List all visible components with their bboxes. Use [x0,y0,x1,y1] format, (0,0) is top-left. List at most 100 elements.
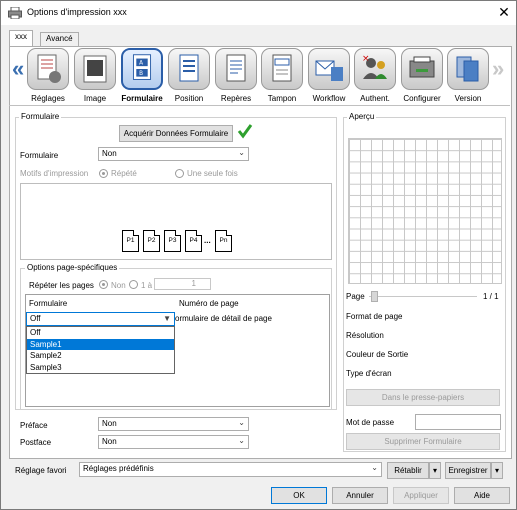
column-header-page-number: Numéro de page [179,299,239,308]
image-icon [74,48,116,90]
restore-menu-button[interactable]: ▾ [429,462,441,479]
triangle-down-icon: ▾ [432,466,437,475]
radio-repeat-range-label: 1 à [141,281,153,290]
cancel-button[interactable]: Annuler [332,487,388,504]
apply-button[interactable]: Appliquer [393,487,449,504]
postface-value: Non [102,437,117,446]
repeat-pages-spinner[interactable]: 1 [154,278,211,290]
dropdown-option-off[interactable]: Off [27,327,174,339]
radio-repeated[interactable] [99,169,108,178]
acquire-form-data-button[interactable]: Acquérir Données Formulaire [119,125,233,142]
password-input[interactable] [415,414,501,430]
printer-config-icon [401,48,443,90]
tool-configurer[interactable]: Configurer [399,48,445,103]
form-overlay-icon: AB [121,48,163,90]
printer-icon [8,7,22,19]
page-label: Page [346,292,365,301]
tab-avance[interactable]: Avancé [40,32,79,47]
tool-position[interactable]: Position [166,48,212,103]
settings-doc-icon [27,48,69,90]
page-options-label: Options page-spécifiques [25,263,120,272]
page-form-select[interactable]: Off ▼ [26,312,175,326]
help-button[interactable]: Aide [454,487,510,504]
tool-workflow[interactable]: Workflow [306,48,352,103]
tool-version[interactable]: Version [445,48,491,103]
tool-label: Tampon [267,94,297,103]
toolbar-divider [9,105,510,106]
page-form-select-value: Off [30,314,41,323]
tool-label: Repères [220,94,252,103]
page-form-dropdown: Off Sample1 Sample2 Sample3 [26,326,175,374]
print-options-dialog: Options d'impression xxx ✕ xxx Avancé « … [0,0,517,510]
radio-repeated-label: Répété [111,169,137,178]
workflow-icon [308,48,350,90]
tool-tampon[interactable]: Tampon [259,48,305,103]
ok-button[interactable]: OK [271,487,327,504]
tool-formulaire[interactable]: AB Formulaire [119,48,165,103]
nav-prev-button[interactable]: « [12,56,24,82]
favorite-settings-label: Réglage favori [15,466,67,475]
version-icon [447,48,489,90]
page-p1: P1 [122,230,139,252]
preface-select[interactable]: Non ⌄ [98,417,249,431]
page-slider-thumb[interactable] [371,291,378,302]
triangle-down-icon: ▾ [494,466,499,475]
save-menu-button[interactable]: ▾ [491,462,503,479]
dropdown-option-sample3[interactable]: Sample3 [27,362,174,374]
page-count: 1 / 1 [483,292,499,301]
favorite-settings-value: Réglages prédéfinis [83,464,154,473]
radio-repeat-range[interactable] [129,280,138,289]
svg-text:×: × [362,54,370,64]
copy-to-clipboard-button[interactable]: Dans le presse-papiers [346,389,500,406]
delete-form-button[interactable]: Supprimer Formulaire [346,433,500,450]
spinner-value: 1 [191,279,196,288]
stamp-icon [261,48,303,90]
marks-icon [215,48,257,90]
dropdown-option-sample1[interactable]: Sample1 [27,338,174,350]
repeat-pages-label: Répéter les pages [29,281,94,290]
radio-once-label: Une seule fois [187,169,238,178]
nav-next-button[interactable]: » [492,56,504,82]
tool-reperes[interactable]: Repères [213,48,259,103]
chevron-down-icon: ⌄ [238,418,245,427]
chevron-down-icon: ⌄ [238,436,245,445]
window-title: Options d'impression xxx [27,7,127,17]
save-button[interactable]: Enregistrer [445,462,491,479]
radio-repeat-non[interactable] [99,280,108,289]
preview-group-label: Aperçu [347,112,377,121]
page-p4: P4 [185,230,202,252]
svg-text:B: B [139,71,143,77]
form-select[interactable]: Non ⌄ [98,147,249,161]
tool-authent[interactable]: × Authent. [352,48,398,103]
page-p2: P2 [143,230,160,252]
page-pn: Pn [215,230,232,252]
preview-grid [348,138,502,284]
favorite-settings-select[interactable]: Réglages prédéfinis ⌄ [79,462,382,477]
radio-once[interactable] [175,169,184,178]
column-header-form: Formulaire [29,299,68,308]
tool-label: Version [454,94,482,103]
tab-xxx[interactable]: xxx [9,30,33,47]
restore-button[interactable]: Rétablir [387,462,429,479]
detail-form-text: ormulaire de détail de page [175,314,272,323]
tool-label: Réglages [31,94,65,103]
postface-select[interactable]: Non ⌄ [98,435,249,449]
radio-repeat-non-label: Non [111,281,126,290]
tool-label: Workflow [312,94,346,103]
tool-image[interactable]: Image [72,48,118,103]
svg-text:A: A [139,61,143,67]
close-button[interactable]: ✕ [495,3,513,21]
triangle-down-icon: ▼ [163,314,171,323]
chevron-down-icon: ⌄ [238,148,245,157]
info-screen-type: Type d'écran [346,369,392,378]
form-select-label: Formulaire [20,151,59,160]
info-page-format: Format de page [346,312,403,321]
pages-ellipsis: ... [204,236,211,245]
users-auth-icon: × [354,48,396,90]
password-label: Mot de passe [346,418,395,427]
postface-label: Postface [20,438,52,447]
dropdown-option-sample2[interactable]: Sample2 [27,350,174,362]
tool-reglages[interactable]: Réglages [25,48,71,103]
position-icon [168,48,210,90]
formulaire-group-label: Formulaire [19,112,62,121]
